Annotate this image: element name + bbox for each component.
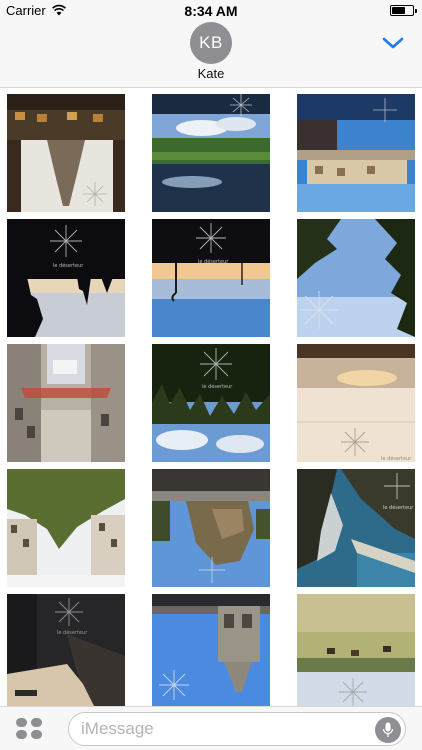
sticker-grid: le déserteur le déserteur le déserteur l…	[0, 88, 422, 706]
chevron-down-icon[interactable]	[382, 36, 404, 50]
app-drawer-icon[interactable]	[16, 717, 44, 741]
status-bar: Carrier 8:34 AM	[0, 0, 422, 22]
svg-text:le déserteur: le déserteur	[202, 383, 233, 390]
sticker-dark-street[interactable]: le déserteur	[7, 594, 125, 706]
sticker-harbour-sunset[interactable]	[297, 94, 415, 212]
clock: 8:34 AM	[184, 3, 238, 19]
message-input[interactable]	[81, 718, 371, 740]
contact-name[interactable]: Kate	[0, 66, 422, 81]
sticker-silhouette-dusk[interactable]: le déserteur	[7, 219, 125, 337]
microphone-icon[interactable]	[375, 717, 401, 743]
message-bar	[0, 706, 422, 750]
sticker-streetlamps-dusk[interactable]: le déserteur	[152, 219, 270, 337]
sticker-pine-sky[interactable]	[297, 219, 415, 337]
avatar[interactable]: KB	[190, 22, 232, 64]
message-field[interactable]	[68, 712, 406, 746]
conversation-header: KB Kate	[0, 22, 422, 88]
sticker-stone-ruins[interactable]	[152, 469, 270, 587]
svg-text:le déserteur: le déserteur	[198, 258, 229, 265]
battery-icon	[390, 5, 417, 16]
sticker-tree-facade[interactable]	[7, 469, 125, 587]
sticker-cathedral-night[interactable]	[7, 94, 125, 212]
svg-text:le déserteur: le déserteur	[57, 629, 88, 636]
sticker-field-horses[interactable]	[297, 594, 415, 706]
svg-text:le déserteur: le déserteur	[381, 455, 412, 462]
sticker-sunset-shore[interactable]: le déserteur	[297, 344, 415, 462]
sticker-church-tower[interactable]	[152, 594, 270, 706]
sticker-street-buildings[interactable]	[7, 344, 125, 462]
sticker-forest-clouds[interactable]: le déserteur	[152, 344, 270, 462]
svg-text:le déserteur: le déserteur	[53, 262, 84, 269]
svg-text:le déserteur: le déserteur	[383, 504, 414, 511]
sticker-lake-reflection[interactable]	[152, 94, 270, 212]
sticker-sea-cliffs[interactable]: le déserteur	[297, 469, 415, 587]
